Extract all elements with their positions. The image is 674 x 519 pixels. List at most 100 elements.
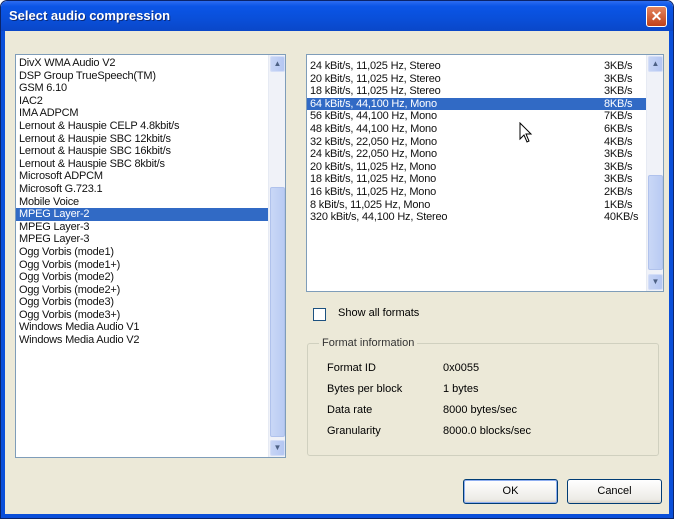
- codec-list-item[interactable]: DivX WMA Audio V2: [16, 57, 285, 70]
- format-list-item[interactable]: 64 kBit/s, 44,100 Hz, Mono 8KB/s: [307, 97, 663, 111]
- codec-list-scrollbar[interactable]: ▲ ▼: [268, 55, 285, 457]
- codec-list-item[interactable]: IMA ADPCM: [16, 107, 285, 120]
- format-data-rate: 3KB/s: [604, 72, 633, 85]
- format-scroll-thumb[interactable]: [648, 175, 663, 270]
- scroll-down-arrow-icon: ▼: [273, 443, 282, 452]
- format-description: 64 kBit/s, 44,100 Hz, Mono: [310, 97, 437, 110]
- format-list-scrollbar[interactable]: ▲ ▼: [646, 55, 663, 291]
- format-list-item[interactable]: 56 kBit/s, 44,100 Hz, Mono 7KB/s: [307, 110, 663, 123]
- codec-list-item[interactable]: Ogg Vorbis (mode3+): [16, 309, 285, 322]
- codec-list-item[interactable]: Ogg Vorbis (mode2+): [16, 284, 285, 297]
- format-information-group: [307, 343, 659, 456]
- format-list-items: 24 kBit/s, 11,025 Hz, Stereo 3KB/s 20 kBit…: [307, 55, 663, 224]
- codec-list-item[interactable]: DSP Group TrueSpeech(TM): [16, 70, 285, 83]
- format-list-item[interactable]: 18 kBit/s, 11,025 Hz, Mono 3KB/s: [307, 173, 663, 186]
- format-description: 24 kBit/s, 11,025 Hz, Stereo: [310, 60, 441, 72]
- codec-list-item[interactable]: Microsoft G.723.1: [16, 183, 285, 196]
- window-frame-right: [669, 31, 673, 518]
- format-id-label: Format ID: [327, 362, 376, 374]
- show-all-formats-checkbox[interactable]: [313, 308, 326, 321]
- codec-list-item[interactable]: Lernout & Hauspie SBC 12kbit/s: [16, 133, 285, 146]
- format-description: 8 kBit/s, 11,025 Hz, Mono: [310, 198, 431, 211]
- format-data-rate: 6KB/s: [604, 122, 633, 135]
- format-data-rate: 3KB/s: [604, 60, 633, 72]
- codec-list-item[interactable]: Mobile Voice: [16, 196, 285, 209]
- data-rate-label: Data rate: [327, 404, 373, 416]
- codec-list-items: DivX WMA Audio V2 DSP Group TrueSpeech(TM…: [16, 55, 285, 347]
- format-data-rate: 3KB/s: [604, 173, 633, 186]
- format-scroll-up-button[interactable]: ▲: [648, 56, 663, 72]
- format-description: 320 kBit/s, 44,100 Hz, Stereo: [310, 211, 448, 224]
- scroll-down-arrow-icon: ▼: [651, 277, 660, 286]
- format-list-item[interactable]: 48 kBit/s, 44,100 Hz, Mono 6KB/s: [307, 123, 663, 136]
- format-list-item[interactable]: 24 kBit/s, 11,025 Hz, Stereo 3KB/s: [307, 60, 663, 73]
- format-list-item[interactable]: 24 kBit/s, 22,050 Hz, Mono 3KB/s: [307, 148, 663, 161]
- codec-scroll-down-button[interactable]: ▼: [270, 440, 285, 456]
- window-title: Select audio compression: [9, 8, 171, 23]
- format-data-rate: 2KB/s: [604, 185, 633, 198]
- format-id-value: 0x0055: [443, 362, 480, 374]
- scroll-up-arrow-icon: ▲: [273, 59, 282, 68]
- codec-list-item[interactable]: MPEG Layer-3: [16, 233, 285, 246]
- format-description: 18 kBit/s, 11,025 Hz, Mono: [310, 173, 437, 186]
- ok-button[interactable]: OK: [463, 479, 558, 504]
- format-information-title: Format information: [319, 337, 418, 349]
- format-data-rate: 8KB/s: [604, 97, 633, 110]
- codec-list-item[interactable]: Lernout & Hauspie SBC 8kbit/s: [16, 158, 285, 171]
- title-bar[interactable]: Select audio compression ✕: [1, 1, 673, 31]
- format-data-rate: 3KB/s: [604, 85, 633, 98]
- close-icon: ✕: [650, 8, 663, 24]
- data-rate-value: 8000 bytes/sec: [443, 404, 517, 416]
- codec-list-item[interactable]: IAC2: [16, 95, 285, 108]
- codec-list-item[interactable]: Microsoft ADPCM: [16, 170, 285, 183]
- format-list-item[interactable]: 20 kBit/s, 11,025 Hz, Mono 3KB/s: [307, 161, 663, 174]
- format-data-rate: 4KB/s: [604, 135, 633, 148]
- codec-list-item[interactable]: Windows Media Audio V2: [16, 334, 285, 347]
- format-description: 24 kBit/s, 22,050 Hz, Mono: [310, 148, 437, 161]
- codec-scroll-up-button[interactable]: ▲: [270, 56, 285, 72]
- format-list-item[interactable]: 32 kBit/s, 22,050 Hz, Mono 4KB/s: [307, 136, 663, 149]
- format-data-rate: 7KB/s: [604, 110, 633, 123]
- format-description: 18 kBit/s, 11,025 Hz, Stereo: [310, 85, 441, 98]
- show-all-formats-label[interactable]: Show all formats: [338, 307, 419, 319]
- scroll-up-arrow-icon: ▲: [651, 59, 660, 68]
- format-description: 20 kBit/s, 11,025 Hz, Mono: [310, 160, 437, 173]
- close-button[interactable]: ✕: [646, 6, 667, 27]
- format-data-rate: 3KB/s: [604, 148, 633, 161]
- format-list-item[interactable]: 8 kBit/s, 11,025 Hz, Mono 1KB/s: [307, 199, 663, 212]
- format-description: 16 kBit/s, 11,025 Hz, Mono: [310, 185, 437, 198]
- format-description: 20 kBit/s, 11,025 Hz, Stereo: [310, 72, 441, 85]
- cancel-button[interactable]: Cancel: [567, 479, 662, 504]
- codec-scroll-thumb[interactable]: [270, 187, 285, 437]
- format-data-rate: 3KB/s: [604, 160, 633, 173]
- window-frame-bottom: [1, 514, 673, 518]
- codec-list-item[interactable]: Windows Media Audio V1: [16, 321, 285, 334]
- format-description: 32 kBit/s, 22,050 Hz, Mono: [310, 135, 437, 148]
- window-frame-left: [1, 31, 5, 518]
- dialog-window: Select audio compression ✕ DivX WMA Audi…: [0, 0, 674, 519]
- format-description: 56 kBit/s, 44,100 Hz, Mono: [310, 110, 437, 123]
- format-list-item[interactable]: 18 kBit/s, 11,025 Hz, Stereo 3KB/s: [307, 85, 663, 98]
- codec-list-item[interactable]: GSM 6.10: [16, 82, 285, 95]
- bytes-per-block-value: 1 bytes: [443, 383, 479, 395]
- format-scroll-down-button[interactable]: ▼: [648, 274, 663, 290]
- codec-list-item[interactable]: Ogg Vorbis (mode1+): [16, 259, 285, 272]
- format-list-item[interactable]: 320 kBit/s, 44,100 Hz, Stereo 40KB/s: [307, 211, 663, 224]
- format-description: 48 kBit/s, 44,100 Hz, Mono: [310, 122, 437, 135]
- bytes-per-block-label: Bytes per block: [327, 383, 403, 395]
- format-list[interactable]: 24 kBit/s, 11,025 Hz, Stereo 3KB/s 20 kBit…: [306, 54, 664, 292]
- format-data-rate: 40KB/s: [604, 211, 639, 224]
- granularity-value: 8000.0 blocks/sec: [443, 425, 532, 437]
- mouse-pointer-icon: [519, 122, 533, 143]
- codec-list-item[interactable]: Ogg Vorbis (mode2): [16, 271, 285, 284]
- codec-list-item[interactable]: MPEG Layer-2: [16, 208, 285, 221]
- format-list-item[interactable]: 20 kBit/s, 11,025 Hz, Stereo 3KB/s: [307, 73, 663, 86]
- codec-list-item[interactable]: Ogg Vorbis (mode3): [16, 296, 285, 309]
- codec-list[interactable]: DivX WMA Audio V2 DSP Group TrueSpeech(TM…: [15, 54, 286, 458]
- codec-list-item[interactable]: Lernout & Hauspie SBC 16kbit/s: [16, 145, 285, 158]
- codec-list-item[interactable]: Ogg Vorbis (mode1): [16, 246, 285, 259]
- format-data-rate: 1KB/s: [604, 198, 633, 211]
- format-list-item[interactable]: 16 kBit/s, 11,025 Hz, Mono 2KB/s: [307, 186, 663, 199]
- codec-list-item[interactable]: Lernout & Hauspie CELP 4.8kbit/s: [16, 120, 285, 133]
- codec-list-item[interactable]: MPEG Layer-3: [16, 221, 285, 234]
